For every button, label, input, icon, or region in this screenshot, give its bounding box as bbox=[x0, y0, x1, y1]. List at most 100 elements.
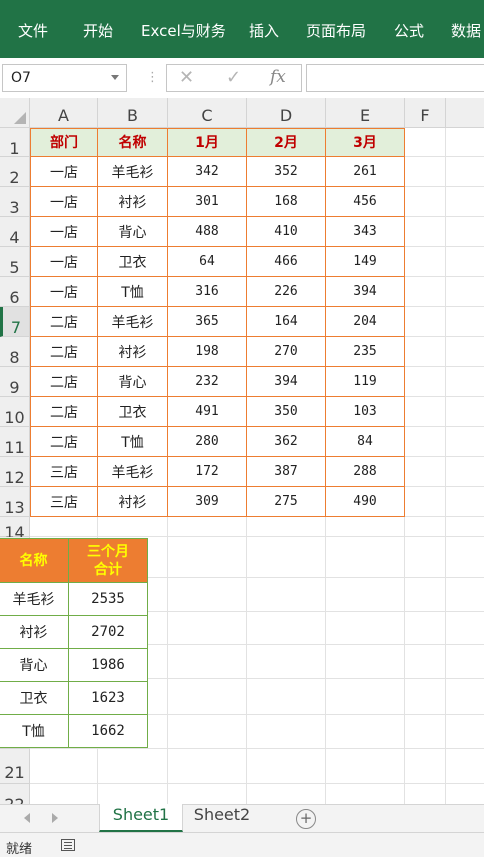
table-cell[interactable]: 226 bbox=[247, 277, 326, 307]
table-cell[interactable]: 三店 bbox=[30, 457, 98, 487]
summary-cell[interactable]: 衬衫 bbox=[0, 616, 69, 649]
table-cell[interactable]: 二店 bbox=[30, 367, 98, 397]
column-header-a[interactable]: A bbox=[30, 98, 98, 128]
summary-cell[interactable]: 1662 bbox=[69, 715, 148, 748]
column-header-f[interactable]: F bbox=[405, 98, 446, 128]
table-cell[interactable]: 149 bbox=[326, 247, 405, 277]
row-header-4[interactable]: 4 bbox=[0, 217, 30, 247]
table-cell[interactable]: 卫衣 bbox=[98, 397, 168, 427]
scroll-left-icon[interactable] bbox=[24, 813, 30, 823]
table-header-cell[interactable]: 1月 bbox=[168, 128, 247, 157]
row-header-12[interactable]: 12 bbox=[0, 457, 30, 487]
column-header-b[interactable]: B bbox=[98, 98, 168, 128]
table-cell[interactable]: 172 bbox=[168, 457, 247, 487]
table-cell[interactable]: 275 bbox=[247, 487, 326, 517]
formula-input[interactable] bbox=[306, 64, 484, 92]
table-cell[interactable]: 280 bbox=[168, 427, 247, 457]
row-header-10[interactable]: 10 bbox=[0, 397, 30, 427]
summary-cell[interactable]: 2535 bbox=[69, 583, 148, 616]
table-cell[interactable]: 84 bbox=[326, 427, 405, 457]
table-cell[interactable]: 羊毛衫 bbox=[98, 457, 168, 487]
table-cell[interactable]: 119 bbox=[326, 367, 405, 397]
table-cell[interactable]: 一店 bbox=[30, 157, 98, 187]
table-cell[interactable]: 394 bbox=[247, 367, 326, 397]
table-cell[interactable]: 309 bbox=[168, 487, 247, 517]
table-cell[interactable]: 一店 bbox=[30, 247, 98, 277]
table-cell[interactable]: 一店 bbox=[30, 277, 98, 307]
table-cell[interactable]: 198 bbox=[168, 337, 247, 367]
row-header-7[interactable]: 7 bbox=[0, 307, 30, 337]
table-cell[interactable]: 316 bbox=[168, 277, 247, 307]
row-header-22[interactable]: 22 bbox=[0, 784, 30, 804]
column-header-e[interactable]: E bbox=[326, 98, 405, 128]
summary-cell[interactable]: 1623 bbox=[69, 682, 148, 715]
row-header-6[interactable]: 6 bbox=[0, 277, 30, 307]
table-cell[interactable]: 491 bbox=[168, 397, 247, 427]
row-header-8[interactable]: 8 bbox=[0, 337, 30, 367]
table-cell[interactable]: 二店 bbox=[30, 397, 98, 427]
table-cell[interactable]: 背心 bbox=[98, 367, 168, 397]
summary-cell[interactable]: 1986 bbox=[69, 649, 148, 682]
table-cell[interactable]: 490 bbox=[326, 487, 405, 517]
summary-cell[interactable]: 2702 bbox=[69, 616, 148, 649]
summary-cell[interactable]: 羊毛衫 bbox=[0, 583, 69, 616]
table-cell[interactable]: 衬衫 bbox=[98, 187, 168, 217]
table-header-cell[interactable]: 2月 bbox=[247, 128, 326, 157]
table-cell[interactable]: 一店 bbox=[30, 217, 98, 247]
table-cell[interactable]: 二店 bbox=[30, 337, 98, 367]
table-cell[interactable]: 350 bbox=[247, 397, 326, 427]
summary-cell[interactable]: T恤 bbox=[0, 715, 69, 748]
table-cell[interactable]: 衬衫 bbox=[98, 337, 168, 367]
tab-excel-finance[interactable]: Excel与财务 bbox=[141, 20, 226, 41]
summary-header-name[interactable]: 名称 bbox=[0, 538, 69, 583]
table-cell[interactable]: 三店 bbox=[30, 487, 98, 517]
sheet-tab-sheet1[interactable]: Sheet1 bbox=[99, 804, 183, 832]
summary-cell[interactable]: 背心 bbox=[0, 649, 69, 682]
tab-insert[interactable]: 插入 bbox=[249, 20, 279, 41]
tab-page-layout[interactable]: 页面布局 bbox=[306, 20, 366, 41]
tab-file[interactable]: 文件 bbox=[18, 20, 48, 41]
tab-home[interactable]: 开始 bbox=[83, 20, 113, 41]
table-cell[interactable]: 261 bbox=[326, 157, 405, 187]
row-header-5[interactable]: 5 bbox=[0, 247, 30, 277]
table-cell[interactable]: 288 bbox=[326, 457, 405, 487]
chevron-down-icon[interactable] bbox=[111, 75, 119, 80]
row-header-21[interactable]: 21 bbox=[0, 749, 30, 784]
drag-handle-icon[interactable]: ⋮ bbox=[146, 70, 159, 85]
insert-function-icon[interactable]: fx bbox=[270, 67, 286, 87]
table-cell[interactable]: 343 bbox=[326, 217, 405, 247]
table-cell[interactable]: 232 bbox=[168, 367, 247, 397]
table-cell[interactable]: 衬衫 bbox=[98, 487, 168, 517]
table-cell[interactable]: 365 bbox=[168, 307, 247, 337]
select-all-button[interactable] bbox=[0, 98, 30, 128]
table-cell[interactable]: 235 bbox=[326, 337, 405, 367]
sheet-tab-sheet2[interactable]: Sheet2 bbox=[182, 804, 262, 830]
table-header-cell[interactable]: 3月 bbox=[326, 128, 405, 157]
worksheet-grid[interactable]: ABCDEF1234567891011121314151617181920212… bbox=[0, 98, 484, 804]
table-header-cell[interactable]: 名称 bbox=[98, 128, 168, 157]
cancel-icon[interactable]: ✕ bbox=[179, 67, 194, 88]
table-cell[interactable]: 羊毛衫 bbox=[98, 157, 168, 187]
table-cell[interactable]: 64 bbox=[168, 247, 247, 277]
row-header-13[interactable]: 13 bbox=[0, 487, 30, 517]
macro-record-icon[interactable] bbox=[61, 839, 75, 851]
column-header-blank[interactable] bbox=[446, 98, 484, 128]
table-cell[interactable]: T恤 bbox=[98, 277, 168, 307]
table-cell[interactable]: 394 bbox=[326, 277, 405, 307]
table-cell[interactable]: 352 bbox=[247, 157, 326, 187]
table-cell[interactable]: 羊毛衫 bbox=[98, 307, 168, 337]
row-header-1[interactable]: 1 bbox=[0, 128, 30, 158]
table-cell[interactable]: 卫衣 bbox=[98, 247, 168, 277]
add-sheet-icon[interactable]: + bbox=[296, 809, 316, 829]
table-cell[interactable]: 270 bbox=[247, 337, 326, 367]
table-cell[interactable]: 背心 bbox=[98, 217, 168, 247]
tab-data[interactable]: 数据 bbox=[451, 20, 481, 41]
table-cell[interactable]: 488 bbox=[168, 217, 247, 247]
table-cell[interactable]: 二店 bbox=[30, 427, 98, 457]
table-cell[interactable]: 362 bbox=[247, 427, 326, 457]
table-cell[interactable]: 387 bbox=[247, 457, 326, 487]
table-cell[interactable]: 204 bbox=[326, 307, 405, 337]
table-cell[interactable]: 342 bbox=[168, 157, 247, 187]
table-cell[interactable]: 168 bbox=[247, 187, 326, 217]
table-header-cell[interactable]: 部门 bbox=[30, 128, 98, 157]
